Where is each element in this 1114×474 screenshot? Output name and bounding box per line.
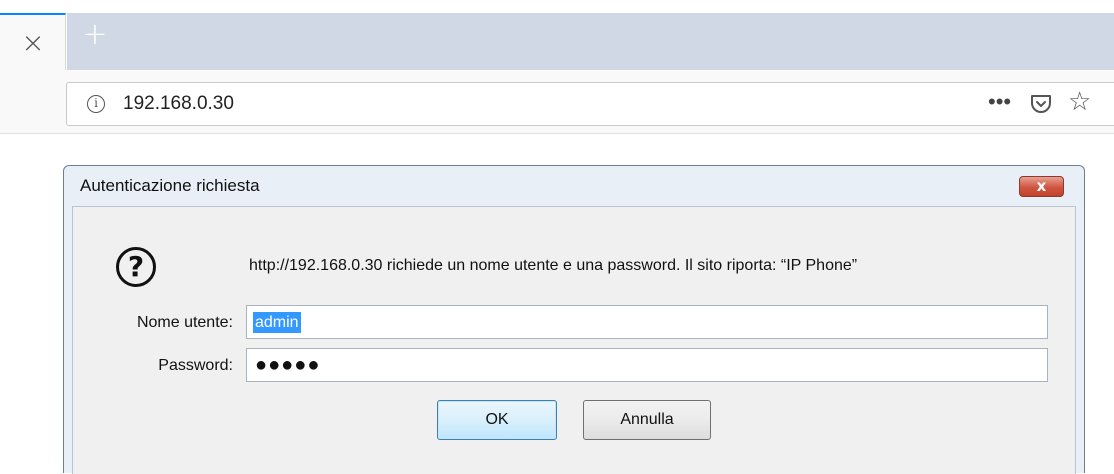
- password-label: Password:: [158, 357, 233, 374]
- username-label: Nome utente:: [136, 314, 233, 331]
- tab-strip-background: [67, 13, 1114, 70]
- dialog-close-icon[interactable]: x: [1019, 176, 1064, 197]
- auth-dialog: Autenticazione richiesta x ? http://192.…: [63, 165, 1085, 474]
- password-field[interactable]: ●●●●●: [246, 348, 1048, 382]
- password-value[interactable]: ●●●●●: [255, 353, 320, 377]
- username-field[interactable]: admin: [246, 305, 1048, 339]
- ok-button[interactable]: OK: [437, 400, 557, 440]
- dialog-titlebar[interactable]: Autenticazione richiesta x: [64, 166, 1084, 204]
- tab-strip: × +: [0, 0, 1114, 70]
- question-icon: ?: [116, 247, 156, 287]
- bookmark-star-icon[interactable]: ☆: [1068, 89, 1091, 115]
- username-value[interactable]: admin: [253, 312, 301, 333]
- navigation-bar: i 192.168.0.30 ••• ☆: [0, 70, 1114, 134]
- close-tab-icon[interactable]: ×: [18, 29, 48, 59]
- cancel-button[interactable]: Annulla: [583, 400, 711, 440]
- info-icon[interactable]: i: [87, 95, 105, 113]
- dialog-body: ? http://192.168.0.30 richiede un nome u…: [72, 206, 1076, 474]
- url-bar[interactable]: i 192.168.0.30 ••• ☆: [66, 82, 1114, 126]
- auth-message: http://192.168.0.30 richiede un nome ute…: [249, 257, 858, 274]
- more-icon[interactable]: •••: [988, 89, 1011, 115]
- url-text[interactable]: 192.168.0.30: [123, 93, 234, 115]
- new-tab-icon[interactable]: +: [80, 20, 110, 50]
- pocket-icon[interactable]: [1029, 93, 1053, 115]
- dialog-title: Autenticazione richiesta: [80, 176, 260, 195]
- active-tab[interactable]: ×: [0, 13, 66, 70]
